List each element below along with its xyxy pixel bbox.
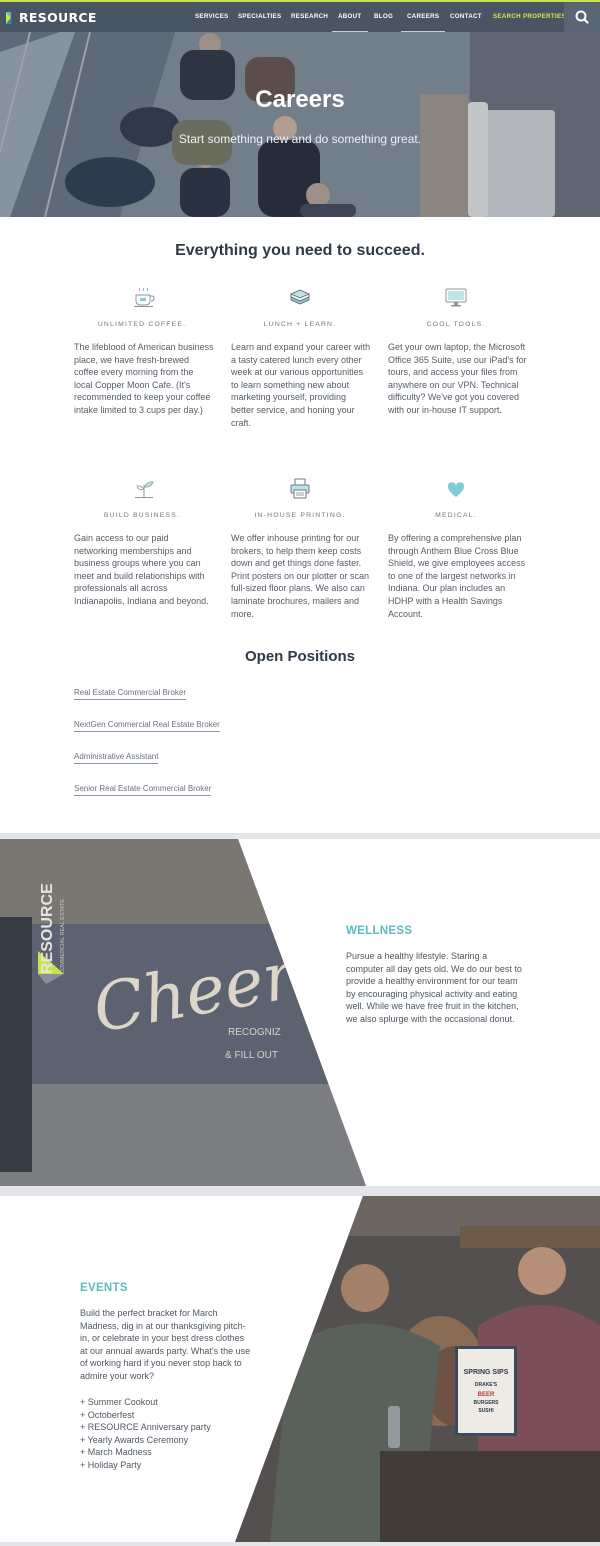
list-item: + RESOURCE Anniversary party	[80, 1422, 211, 1433]
search-icon	[575, 10, 589, 24]
logo-text: RESOURCE	[19, 10, 97, 25]
nav-links: SERVICES SPECIALTIES RESEARCH ABOUT BLOG…	[188, 2, 566, 34]
photo-caption-2: & FILL OUT	[225, 1050, 278, 1061]
benefit-text-tools: Get your own laptop, the Microsoft Offic…	[388, 342, 527, 415]
hero-banner: Careers Start something new and do somet…	[0, 32, 600, 217]
hero-subtitle: Start something new and do something gre…	[178, 132, 422, 146]
nav-item-search-properties[interactable]: SEARCH PROPERTIES	[493, 2, 566, 32]
photo-sign-text-3: BEER	[478, 1392, 495, 1398]
list-item: + Holiday Party	[80, 1459, 142, 1470]
sprout-icon	[135, 481, 154, 498]
wellness-section: RESOURCE COMMERCIAL REAL ESTATE Cheers! …	[0, 839, 600, 1186]
benefit-label-business: BUILD BUSINESS.	[103, 512, 181, 519]
logo-mark-icon	[6, 12, 12, 24]
benefit-label-coffee: UNLIMITED COFFEE.	[97, 321, 187, 328]
benefit-label-printing: IN-HOUSE PRINTING.	[254, 512, 346, 519]
events-title: EVENTS	[80, 1282, 128, 1294]
section-divider	[0, 1186, 600, 1196]
benefit-text-lunch: Learn and expand your career with a tast…	[231, 342, 371, 428]
coffee-cup-icon	[134, 287, 155, 307]
list-item: + Summer Cookout	[80, 1397, 158, 1407]
events-section: SPRING SIPS DRAKE'S BEER BURGERS SUSHI E…	[0, 1196, 600, 1542]
photo-brand-sub-text: COMMERCIAL REAL ESTATE	[60, 899, 66, 974]
photo-sign-text-2: DRAKE'S	[475, 1382, 498, 1388]
photo-sign-text-1: SPRING SIPS	[464, 1369, 509, 1376]
positions-title: Open Positions	[244, 648, 355, 665]
benefit-label-tools: COOL TOOLS.	[426, 321, 486, 328]
benefits-title: Everything you need to succeed.	[175, 242, 425, 259]
position-link[interactable]: NextGen Commercial Real Estate Broker	[74, 720, 220, 732]
printer-icon	[290, 478, 310, 499]
nav-item-services[interactable]: SERVICES	[195, 2, 229, 32]
nav-item-research[interactable]: RESEARCH	[291, 2, 328, 32]
benefit-text-business: Gain access to our paid networking membe…	[74, 533, 209, 606]
heart-icon	[447, 482, 465, 497]
section-divider	[0, 1542, 600, 1546]
position-link[interactable]: Administrative Assistant	[74, 752, 159, 764]
nav-item-blog[interactable]: BLOG	[374, 2, 393, 32]
nav-search-button[interactable]	[564, 2, 600, 32]
events-text: Build the perfect bracket for March Madn…	[80, 1308, 251, 1381]
photo-caption-1: RECOGNIZ	[228, 1027, 281, 1038]
position-link[interactable]: Senior Real Estate Commercial Broker	[74, 784, 212, 796]
hero-title: Careers	[255, 86, 345, 113]
sandwich-icon	[289, 289, 311, 305]
wellness-title: WELLNESS	[346, 925, 413, 937]
nav-item-specialties[interactable]: SPECIALTIES	[238, 2, 281, 32]
list-item: + Octoberfest	[80, 1409, 135, 1420]
photo-sign-text-4: BURGERS	[473, 1400, 499, 1406]
events-list: + Summer Cookout + Octoberfest + RESOURC…	[80, 1396, 211, 1472]
nav-item-contact[interactable]: CONTACT	[450, 2, 482, 32]
nav-item-careers[interactable]: CAREERS	[400, 2, 446, 34]
computer-monitor-icon	[445, 288, 467, 307]
benefit-label-lunch: LUNCH + LEARN.	[263, 321, 337, 328]
list-item: + Yearly Awards Ceremony	[80, 1434, 189, 1445]
benefit-text-medical: By offering a comprehensive plan through…	[388, 533, 526, 619]
photo-brand-text: RESOURCE	[39, 883, 56, 974]
list-item: + March Madness	[80, 1447, 152, 1458]
benefit-text-printing: We offer inhouse printing for our broker…	[231, 533, 370, 619]
position-link[interactable]: Real Estate Commercial Broker	[74, 688, 187, 700]
benefit-label-medical: MEDICAL.	[435, 512, 477, 519]
benefit-text-coffee: The lifeblood of American business place…	[74, 342, 214, 415]
top-nav: RESOURCE SERVICES SPECIALTIES RESEARCH A…	[0, 0, 600, 34]
wellness-text: Pursue a healthy lifestyle. Staring a co…	[346, 951, 522, 1024]
photo-sign-text-5: SUSHI	[478, 1408, 494, 1414]
nav-item-about[interactable]: ABOUT	[332, 2, 367, 34]
logo[interactable]: RESOURCE	[6, 11, 97, 25]
hero-photo	[0, 32, 600, 217]
